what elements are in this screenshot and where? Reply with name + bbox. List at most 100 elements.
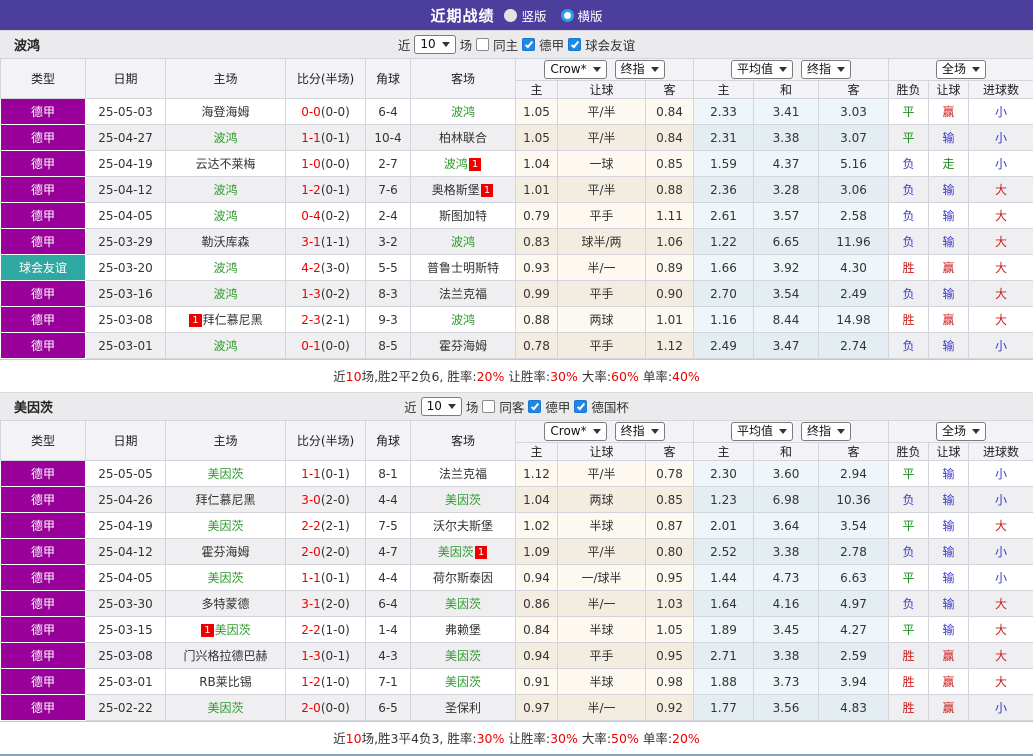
same-venue-checkbox[interactable] <box>476 38 489 51</box>
corner-score: 8-3 <box>366 281 411 307</box>
score-cell: 1-1(0-1) <box>286 125 366 151</box>
section-header: 美因茨 近 10 场 同客 德甲 德国杯 <box>0 392 1033 420</box>
home-team-name: 美因茨 <box>207 571 243 585</box>
away-team-cell: 普鲁士明斯特 <box>411 255 516 281</box>
home-team-cell: 1拜仁慕尼黑 <box>166 307 286 333</box>
handicap-away-odds: 0.84 <box>646 125 694 151</box>
result-goals: 小 <box>969 99 1033 125</box>
result-winlose: 胜 <box>889 307 929 333</box>
average-odds-group: 平均值 终指 <box>694 59 889 81</box>
home-team-name: 波鸿 <box>213 209 237 223</box>
league-type-badge: 德甲 <box>1 177 86 203</box>
match-row: 德甲25-04-12波鸿1-2(0-1)7-6奥格斯堡11.01平/半0.882… <box>1 177 1033 203</box>
home-team-cell: 云达不莱梅 <box>166 151 286 177</box>
match-row: 德甲25-03-151美因茨2-2(1-0)1-4弗赖堡0.84半球1.051.… <box>1 617 1033 643</box>
result-handicap: 输 <box>929 177 969 203</box>
halftime-score: (2-0) <box>321 597 350 611</box>
games-label: 场 <box>466 397 479 416</box>
away-team-cell: 波鸿 <box>411 307 516 333</box>
odds-company-select[interactable]: Crow* <box>544 60 606 79</box>
odds-stage-select[interactable]: 终指 <box>615 60 665 79</box>
title-bar: 近期战绩 竖版 横版 <box>0 0 1033 30</box>
result-handicap: 输 <box>929 539 969 565</box>
result-goals-header: 进球数 <box>969 443 1033 461</box>
match-row: 德甲25-03-29勒沃库森3-1(1-1)3-2波鸿0.83球半/两1.061… <box>1 229 1033 255</box>
summary-segment: 单率: <box>639 731 672 746</box>
corner-score: 4-4 <box>366 487 411 513</box>
away-team-cell: 圣保利 <box>411 695 516 721</box>
halftime-score: (3-0) <box>321 261 350 275</box>
score-cell: 3-1(2-0) <box>286 591 366 617</box>
match-count-select[interactable]: 10 <box>421 397 462 416</box>
average-stage-select[interactable]: 终指 <box>801 422 851 441</box>
league-type-badge: 球会友谊 <box>1 255 86 281</box>
summary-line: 近10场,胜2平2负6, 胜率:20% 让胜率:30% 大率:60% 单率:40… <box>0 359 1033 392</box>
handicap-line: 两球 <box>558 487 646 513</box>
avg-home-odds: 2.70 <box>694 281 754 307</box>
score-cell: 2-0(0-0) <box>286 695 366 721</box>
summary-segment: 10 <box>346 731 362 746</box>
corner-score: 6-5 <box>366 695 411 721</box>
home-team-cell: 波鸿 <box>166 333 286 359</box>
result-handicap: 赢 <box>929 643 969 669</box>
radio-icon[interactable] <box>504 9 517 22</box>
odds-company-select[interactable]: Crow* <box>544 422 606 441</box>
result-winlose-header: 胜负 <box>889 81 929 99</box>
handicap-line: 一球 <box>558 151 646 177</box>
handicap-home-odds: 0.99 <box>516 281 558 307</box>
fulltime-score: 3-1 <box>301 597 321 611</box>
match-count-select[interactable]: 10 <box>414 35 455 54</box>
league-filter-1-checkbox[interactable] <box>528 400 541 413</box>
average-select[interactable]: 平均值 <box>731 60 793 79</box>
match-row: 德甲25-04-27波鸿1-1(0-1)10-4柏林联合1.05平/半0.842… <box>1 125 1033 151</box>
away-team-name: 波鸿 <box>444 157 468 171</box>
scope-select[interactable]: 全场 <box>936 422 986 441</box>
scope-select[interactable]: 全场 <box>936 60 986 79</box>
league-type-badge: 德甲 <box>1 151 86 177</box>
halftime-score: (2-0) <box>321 493 350 507</box>
vertical-layout-radio[interactable]: 竖版 <box>504 6 546 25</box>
score-cell: 1-2(1-0) <box>286 669 366 695</box>
league-filter-1-checkbox[interactable] <box>522 38 535 51</box>
home-team-name: 多特蒙德 <box>201 597 249 611</box>
layout-radio-group: 竖版 横版 <box>504 6 602 25</box>
average-odds-group: 平均值 终指 <box>694 421 889 443</box>
away-team-cell: 法兰克福 <box>411 281 516 307</box>
away-team-cell: 霍芬海姆 <box>411 333 516 359</box>
col-date-header: 日期 <box>86 421 166 461</box>
avg-home-odds: 1.16 <box>694 307 754 333</box>
result-goals: 大 <box>969 229 1033 255</box>
summary-segment: 场,胜2平2负6, 胜率: <box>362 369 477 384</box>
match-row: 德甲25-03-16波鸿1-3(0-2)8-3法兰克福0.99平手0.902.7… <box>1 281 1033 307</box>
handicap-line: 平手 <box>558 203 646 229</box>
home-team-name: 勒沃库森 <box>201 235 249 249</box>
average-select[interactable]: 平均值 <box>731 422 793 441</box>
handicap-away-odds: 0.78 <box>646 461 694 487</box>
result-handicap: 赢 <box>929 695 969 721</box>
fulltime-score: 0-0 <box>301 105 321 119</box>
league-type-badge: 德甲 <box>1 643 86 669</box>
result-winlose: 胜 <box>889 669 929 695</box>
corner-score: 2-7 <box>366 151 411 177</box>
result-handicap: 输 <box>929 229 969 255</box>
fulltime-score: 3-0 <box>301 493 321 507</box>
league-filter-2-checkbox[interactable] <box>574 400 587 413</box>
fulltime-score: 1-1 <box>301 467 321 481</box>
radio-checked-icon[interactable] <box>561 9 574 22</box>
away-team-name: 波鸿 <box>451 313 475 327</box>
same-venue-checkbox[interactable] <box>482 400 495 413</box>
check-icon <box>531 401 539 410</box>
odds-stage-select[interactable]: 终指 <box>615 422 665 441</box>
result-goals: 大 <box>969 643 1033 669</box>
handicap-home-odds: 0.83 <box>516 229 558 255</box>
result-goals-header: 进球数 <box>969 81 1033 99</box>
match-date: 25-03-16 <box>86 281 166 307</box>
horizontal-layout-radio[interactable]: 横版 <box>561 6 603 25</box>
league-filter-2-checkbox[interactable] <box>568 38 581 51</box>
away-team-cell: 斯图加特 <box>411 203 516 229</box>
away-team-cell: 美因茨 <box>411 591 516 617</box>
away-team-name: 法兰克福 <box>439 467 487 481</box>
match-row: 德甲25-03-01RB莱比锡1-2(1-0)7-1美因茨0.91半球0.981… <box>1 669 1033 695</box>
average-stage-select[interactable]: 终指 <box>801 60 851 79</box>
result-goals: 大 <box>969 307 1033 333</box>
